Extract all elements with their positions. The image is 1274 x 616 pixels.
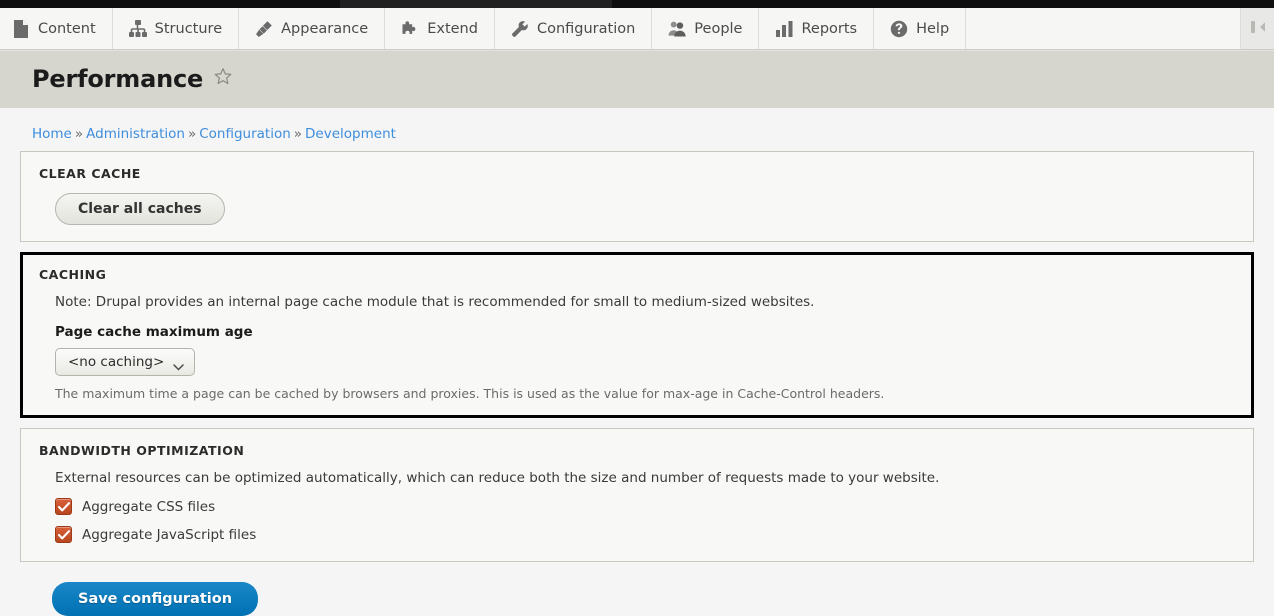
bandwidth-optimization-body: External resources can be optimized auto… <box>39 470 1235 543</box>
breadcrumb-separator: » <box>293 126 303 142</box>
page-cache-max-age-description: The maximum time a page can be cached by… <box>55 386 885 401</box>
toolbar-item-structure[interactable]: Structure <box>112 8 240 49</box>
file-icon <box>12 19 30 38</box>
collapse-toolbar-button[interactable] <box>1241 8 1274 49</box>
toolbar-item-appearance-label: Appearance <box>281 20 369 37</box>
breadcrumb-separator: » <box>74 126 84 142</box>
toolbar-item-extend[interactable]: Extend <box>385 8 495 49</box>
admin-menu-strip-segment <box>340 0 612 8</box>
toolbar-item-help-label: Help <box>916 20 950 37</box>
aggregate-javascript-label[interactable]: Aggregate JavaScript files <box>82 527 256 543</box>
star-outline-icon[interactable] <box>213 67 233 91</box>
collapse-toolbar-icon <box>1249 20 1267 38</box>
bandwidth-optimization-description: External resources can be optimized auto… <box>55 470 940 486</box>
toolbar-item-people[interactable]: People <box>652 8 760 49</box>
aggregate-css-checkbox[interactable] <box>55 498 72 515</box>
bar-chart-icon <box>775 20 793 38</box>
puzzle-piece-icon <box>401 20 419 38</box>
breadcrumb-separator: » <box>187 126 197 142</box>
aggregate-javascript-row: Aggregate JavaScript files <box>55 526 1235 543</box>
toolbar-item-content-label: Content <box>38 20 96 37</box>
breadcrumb-item-home[interactable]: Home <box>32 126 72 142</box>
toolbar-item-configuration[interactable]: Configuration <box>494 8 653 49</box>
page-cache-max-age-value: <no caching> <box>68 354 165 370</box>
breadcrumb-item-configuration[interactable]: Configuration <box>199 126 291 142</box>
form-actions: Save configuration <box>20 572 1254 616</box>
page-cache-max-age-label: Page cache maximum age <box>55 324 253 340</box>
breadcrumb-wrapper: Home» Administration» Configuration» Develo… <box>0 108 1274 151</box>
bandwidth-optimization-legend: BANDWIDTH OPTIMIZATION <box>39 443 245 458</box>
page-title: Performance <box>32 65 204 93</box>
save-configuration-button[interactable]: Save configuration <box>52 582 259 616</box>
toolbar-item-reports-label: Reports <box>801 20 858 37</box>
main-content: CLEAR CACHE Clear all caches CACHING Not… <box>0 151 1274 616</box>
toolbar-item-reports[interactable]: Reports <box>759 8 875 49</box>
people-icon <box>668 20 686 38</box>
wrench-icon <box>511 20 529 38</box>
caching-fieldset: CACHING Note: Drupal provides an interna… <box>20 252 1254 418</box>
clear-cache-legend: CLEAR CACHE <box>39 166 141 181</box>
clear-cache-fieldset: CLEAR CACHE Clear all caches <box>20 151 1254 242</box>
question-circle-icon <box>890 20 908 38</box>
aggregate-css-row: Aggregate CSS files <box>55 498 1235 515</box>
clear-cache-body: Clear all caches <box>39 193 1235 225</box>
toolbar-spacer <box>966 8 1241 49</box>
paintbrush-icon <box>255 20 273 38</box>
admin-menu-strip <box>0 0 1274 8</box>
aggregate-css-label[interactable]: Aggregate CSS files <box>82 499 215 515</box>
bandwidth-optimization-fieldset: BANDWIDTH OPTIMIZATION External resource… <box>20 428 1254 562</box>
breadcrumb-item-development[interactable]: Development <box>305 126 396 142</box>
toolbar-item-appearance[interactable]: Appearance <box>239 8 386 49</box>
toolbar-item-structure-label: Structure <box>154 20 223 37</box>
toolbar-item-extend-label: Extend <box>427 20 478 37</box>
clear-all-caches-button[interactable]: Clear all caches <box>55 193 225 225</box>
toolbar-item-content[interactable]: Content <box>0 8 113 49</box>
aggregate-javascript-checkbox[interactable] <box>55 526 72 543</box>
breadcrumb: Home» Administration» Configuration» Develo… <box>32 126 1274 142</box>
caching-body: Note: Drupal provides an internal page c… <box>39 294 1235 401</box>
caching-legend: CACHING <box>39 267 107 282</box>
page-cache-max-age-select[interactable]: <no caching> <box>55 348 196 376</box>
page-title-band: Performance <box>0 50 1274 108</box>
caching-note: Note: Drupal provides an internal page c… <box>55 294 815 310</box>
chevron-down-icon <box>173 359 185 371</box>
admin-toolbar: Content Structure Appearance Extend Conf… <box>0 8 1274 50</box>
hierarchy-icon <box>128 20 147 38</box>
toolbar-item-people-label: People <box>694 20 743 37</box>
breadcrumb-item-administration[interactable]: Administration <box>86 126 185 142</box>
toolbar-item-help[interactable]: Help <box>874 8 967 49</box>
toolbar-item-configuration-label: Configuration <box>536 20 636 37</box>
